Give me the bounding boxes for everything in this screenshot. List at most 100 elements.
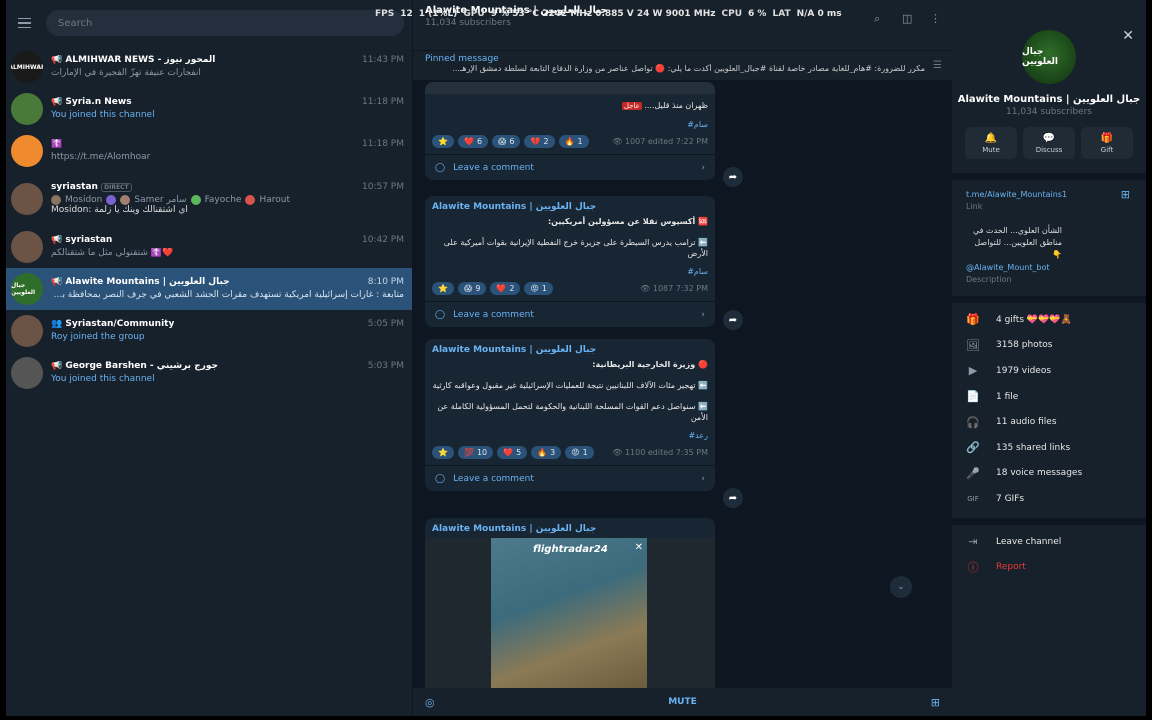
- chat-time: 5:05 PM: [367, 319, 404, 329]
- sidebar-toggle-icon[interactable]: ◫: [902, 12, 914, 25]
- menu-icon[interactable]: [14, 12, 36, 34]
- gift-icon[interactable]: ⊞: [931, 696, 940, 709]
- chat-item-syrian-news[interactable]: 📢 Syria.n News 11:18 PM You joined this c…: [6, 88, 412, 130]
- bottom-bar: ◎ MUTE ⊞: [413, 688, 952, 716]
- forward-icon[interactable]: ➦: [723, 167, 743, 187]
- link-label: Link: [966, 202, 983, 211]
- discuss-button[interactable]: 💬 Discuss: [1023, 127, 1075, 159]
- chat-preview: Roy joined the group: [51, 332, 145, 342]
- chat-item-cross[interactable]: ☦️ 11:18 PM https://t.me/Alomhoar: [6, 130, 412, 172]
- leave-channel-button[interactable]: ⇥ Leave channel: [952, 529, 1146, 555]
- reaction[interactable]: 🔥 1: [558, 135, 589, 148]
- reactions: ⭐ 😱 9 ❤️ 2 😡 1 👁 1087 7:32 PM: [432, 282, 708, 295]
- media-gifs[interactable]: GIF 7 GIFs: [952, 486, 1146, 512]
- reaction[interactable]: 💯 10: [457, 446, 494, 459]
- chat-time: 8:10 PM: [367, 277, 404, 287]
- avatar: [11, 357, 43, 389]
- mute-button[interactable]: MUTE: [668, 697, 697, 707]
- post-image-message: Alawite Mountains | جبال العلويين flight…: [425, 518, 715, 688]
- chat-name: 📢 ALMIHWAR NEWS - المحور نيوز: [51, 55, 216, 65]
- post-text: ظهران منذ قليل.... عاجل: [621, 101, 708, 110]
- leave-comment-button[interactable]: ◯ Leave a comment ›: [425, 154, 715, 180]
- fps-value: 12: [400, 9, 413, 19]
- gpu-value: 9 % 53 °C 2242 MHz 0.885 V 24 W 9001 MHz: [490, 9, 716, 19]
- hashtag[interactable]: #سام: [432, 120, 708, 129]
- reaction[interactable]: ❤️ 5: [497, 446, 528, 459]
- mute-button[interactable]: 🔔 Mute: [965, 127, 1017, 159]
- gift-button[interactable]: 🎁 Gift: [1081, 127, 1133, 159]
- pinned-message[interactable]: Pinned message مكرر للضرورة: #هام_للغاية…: [413, 50, 952, 80]
- fps-low: 1 (1%L): [418, 9, 458, 19]
- chat-item-almihwar[interactable]: ALMIHWAR 📢 ALMIHWAR NEWS - المحور نيوز 11…: [6, 46, 412, 88]
- chat-name: 📢 Syria.n News: [51, 97, 132, 107]
- reactions: ⭐ 💯 10 ❤️ 5 🔥 3 😡 1 👁 1100 edited 7:35 PM: [432, 446, 708, 459]
- exit-icon: ⇥: [968, 535, 978, 549]
- hashtag[interactable]: #سام: [432, 267, 708, 276]
- reaction[interactable]: 😱 9: [457, 282, 487, 295]
- channel-link[interactable]: t.me/Alawite_Mountains1: [966, 190, 1146, 199]
- reaction[interactable]: ⭐: [432, 135, 454, 148]
- reaction[interactable]: ❤️ 2: [490, 282, 521, 295]
- avatar: [11, 231, 43, 263]
- search-input[interactable]: [46, 10, 404, 36]
- scroll-down-icon[interactable]: ⌄: [890, 576, 912, 598]
- image-brand: flightradar24: [533, 544, 608, 555]
- media-voice[interactable]: 🎤 18 voice messages: [952, 461, 1146, 487]
- qr-code-icon[interactable]: ⊞: [1121, 188, 1130, 201]
- reaction[interactable]: 🔥 3: [531, 446, 562, 459]
- reaction[interactable]: 😡 1: [524, 282, 553, 295]
- reaction[interactable]: 💔 2: [524, 135, 555, 148]
- chat-item-syriastan-community[interactable]: 👥 Syriastan/Community 5:05 PM Roy joined …: [6, 310, 412, 352]
- post-meta: 👁 1007 edited 7:22 PM: [612, 137, 708, 146]
- link-icon: 🔗: [966, 441, 980, 455]
- forward-icon[interactable]: ➦: [723, 488, 743, 508]
- reaction[interactable]: ⭐: [432, 282, 454, 295]
- comment-icon: ◯: [435, 473, 446, 484]
- report-icon: ⓘ: [967, 561, 979, 575]
- channel-description: الشأن العلوي... الحدث في مناطق العلويين.…: [973, 226, 1062, 259]
- post-image: [425, 82, 715, 94]
- message-feed[interactable]: ظهران منذ قليل.... عاجل #سام ⭐ ❤️ 6 😱 6 💔 2…: [413, 82, 952, 688]
- bot-handle[interactable]: @Alawite_Mount_bot: [966, 263, 1146, 272]
- leave-comment-button[interactable]: ◯ Leave a comment ›: [425, 465, 715, 491]
- channel-details: ⊞ t.me/Alawite_Mountains1 Link الشأن الع…: [952, 180, 1146, 284]
- forward-icon[interactable]: ➦: [723, 310, 743, 330]
- leave-comment-button[interactable]: ◯ Leave a comment ›: [425, 301, 715, 327]
- cpu-value: 6 %: [748, 9, 767, 19]
- reaction[interactable]: ❤️ 6: [457, 135, 489, 148]
- avatar: جبال العلويين: [11, 273, 43, 305]
- reaction[interactable]: ⭐: [432, 446, 454, 459]
- report-button[interactable]: ⓘ Report: [952, 554, 1146, 580]
- search-icon[interactable]: ⌕: [874, 12, 886, 25]
- media-audio[interactable]: 🎧 11 audio files: [952, 409, 1146, 435]
- reaction[interactable]: 😱 6: [492, 135, 521, 148]
- more-icon[interactable]: ⋮: [930, 12, 942, 25]
- flight-map-image[interactable]: flightradar24 ✕: [425, 538, 715, 688]
- headphones-icon: 🎧: [966, 415, 980, 429]
- media-links[interactable]: 🔗 135 shared links: [952, 435, 1146, 461]
- hashtag[interactable]: #رعد: [432, 431, 708, 440]
- channel-header[interactable]: Alawite Mountains | جبال العلويين 11,034…: [413, 0, 952, 50]
- media-files[interactable]: 📄 1 file: [952, 384, 1146, 410]
- chat-time: 11:18 PM: [362, 97, 404, 107]
- gpu-label: GPU: [463, 9, 485, 19]
- chat-item-george-barshen[interactable]: 📢 George Barshen - جورج برشيني 5:03 PM Yo…: [6, 352, 412, 394]
- fps-label: FPS: [375, 9, 395, 19]
- chat-item-alawite-mountains[interactable]: جبال العلويين 📢 Alawite Mountains | جبال…: [6, 268, 412, 310]
- discussion-icon[interactable]: ◎: [425, 696, 435, 709]
- avatar: [11, 135, 43, 167]
- chat-item-syriastan-direct[interactable]: syriastan DIRECT 10:57 PM Mosidon Samer س…: [6, 172, 412, 226]
- pin-list-icon[interactable]: ☰: [933, 60, 942, 71]
- member-list: Mosidon Samer سامر Fayoche Harout: [51, 195, 404, 205]
- avatar: [11, 315, 43, 347]
- channel-subscribers: 11,034 subscribers: [1006, 107, 1092, 117]
- close-icon[interactable]: ✕: [1122, 28, 1134, 44]
- media-photos[interactable]: 🖼 3158 photos: [952, 333, 1146, 359]
- media-videos[interactable]: ▶ 1979 videos: [952, 358, 1146, 384]
- comment-icon: ◯: [435, 309, 446, 320]
- chat-item-syriastan-channel[interactable]: 📢 syriastan 10:42 PM شتقنولي مثل ما شتقنا…: [6, 226, 412, 268]
- description-label: Description: [966, 275, 1012, 284]
- reaction[interactable]: 😡 1: [565, 446, 594, 459]
- media-gifts[interactable]: 🎁 4 gifts 💝💝💝🧸: [952, 307, 1146, 333]
- chat-preview: You joined this channel: [51, 110, 155, 120]
